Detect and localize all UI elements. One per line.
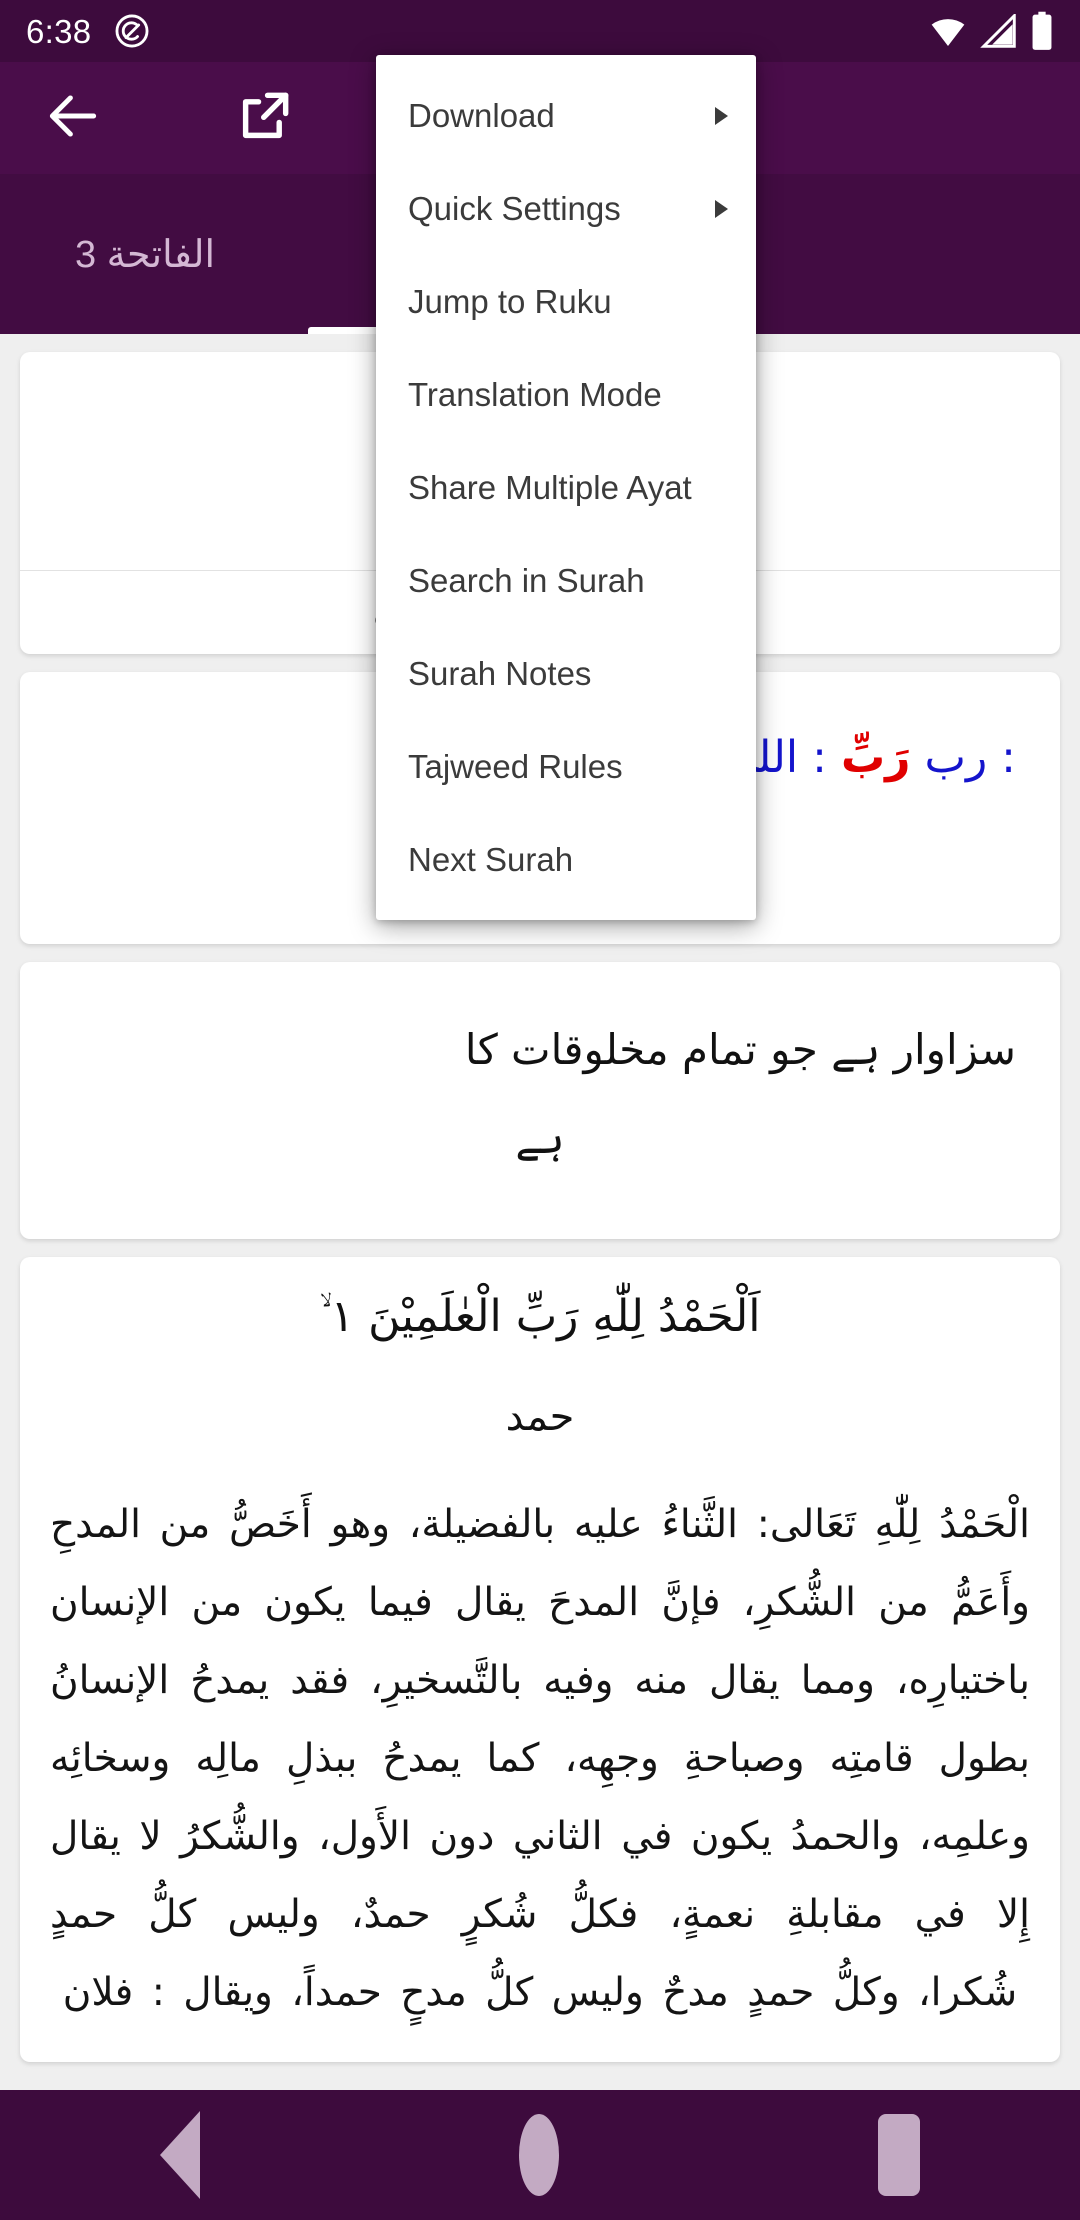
battery-icon bbox=[1032, 11, 1052, 50]
menu-item-label: Translation Mode bbox=[408, 375, 662, 413]
menu-item-label: Tajweed Rules bbox=[408, 747, 623, 785]
menu-item-surah-notes[interactable]: Surah Notes bbox=[376, 627, 756, 720]
system-navigation-bar bbox=[0, 2090, 1080, 2220]
submenu-arrow-icon bbox=[715, 199, 728, 218]
commentary-heading: اَلْحَمْدُ لِلّٰهِ رَبِّ الْعٰلَمِيْنَ ١… bbox=[319, 1290, 761, 1342]
menu-item-label: Share Multiple Ayat bbox=[408, 468, 692, 506]
menu-item-label: Download bbox=[408, 96, 555, 134]
urdu-translation-line-2: ہے bbox=[515, 1113, 565, 1163]
urdu-translation-line-1: سزاوار ہے جو تمام مخلوقات کا bbox=[464, 1025, 1016, 1075]
word-meaning-highlight: رَبِّ bbox=[840, 731, 911, 783]
app-screen: 6:38 الفاتحة 3: رب رَبِّ: اللہ سزاوار … bbox=[0, 0, 1080, 2220]
status-left-icons bbox=[113, 12, 151, 50]
menu-item-label: Quick Settings bbox=[408, 189, 621, 227]
tab-surah-fatiha[interactable]: الفاتحة 3 bbox=[0, 174, 300, 334]
menu-item-translation-mode[interactable]: Translation Mode bbox=[376, 348, 756, 441]
menu-item-jump-to-ruku[interactable]: Jump to Ruku bbox=[376, 255, 756, 348]
share-external-icon[interactable] bbox=[234, 85, 296, 152]
menu-item-label: Next Surah bbox=[408, 840, 574, 878]
wifi-icon bbox=[931, 19, 965, 46]
status-right-icons bbox=[928, 11, 1054, 51]
nav-home-icon[interactable] bbox=[518, 2114, 559, 2196]
tab-label: الفاتحة 3 bbox=[74, 233, 216, 276]
commentary-keyword: حمد bbox=[505, 1393, 575, 1440]
back-arrow-icon[interactable] bbox=[42, 85, 104, 152]
status-time: 6:38 bbox=[26, 12, 92, 50]
menu-item-download[interactable]: Download bbox=[376, 69, 756, 162]
arabic-commentary-card[interactable]: اَلْحَمْدُ لِلّٰهِ رَبِّ الْعٰلَمِيْنَ ١… bbox=[20, 1256, 1060, 2062]
menu-item-label: Surah Notes bbox=[408, 654, 592, 692]
status-bar: 6:38 bbox=[0, 0, 1080, 62]
copyright-circle-icon bbox=[115, 14, 149, 48]
submenu-arrow-icon bbox=[715, 106, 728, 125]
menu-item-quick-settings[interactable]: Quick Settings bbox=[376, 162, 756, 255]
menu-item-label: Jump to Ruku bbox=[408, 282, 612, 320]
menu-item-next-surah[interactable]: Next Surah bbox=[376, 813, 756, 906]
urdu-translation-card[interactable]: سزاوار ہے جو تمام مخلوقات کا ہے bbox=[20, 962, 1060, 1239]
menu-item-label: Search in Surah bbox=[408, 561, 645, 599]
menu-item-share-multiple-ayat[interactable]: Share Multiple Ayat bbox=[376, 441, 756, 534]
word-meaning-suffix: : رب bbox=[924, 731, 1016, 783]
menu-item-tajweed-rules[interactable]: Tajweed Rules bbox=[376, 720, 756, 813]
nav-back-icon[interactable] bbox=[159, 2111, 200, 2199]
nav-recents-icon[interactable] bbox=[878, 2114, 921, 2196]
app-bar-actions bbox=[234, 85, 296, 152]
signal-icon bbox=[980, 14, 1016, 48]
overflow-popup-menu[interactable]: Download Quick Settings Jump to Ruku Tra… bbox=[376, 55, 756, 920]
menu-item-search-in-surah[interactable]: Search in Surah bbox=[376, 534, 756, 627]
commentary-body: الْحَمْدُ لِلّٰهِ تَعَالى: الثَّناءُ علي… bbox=[50, 1501, 1030, 2015]
